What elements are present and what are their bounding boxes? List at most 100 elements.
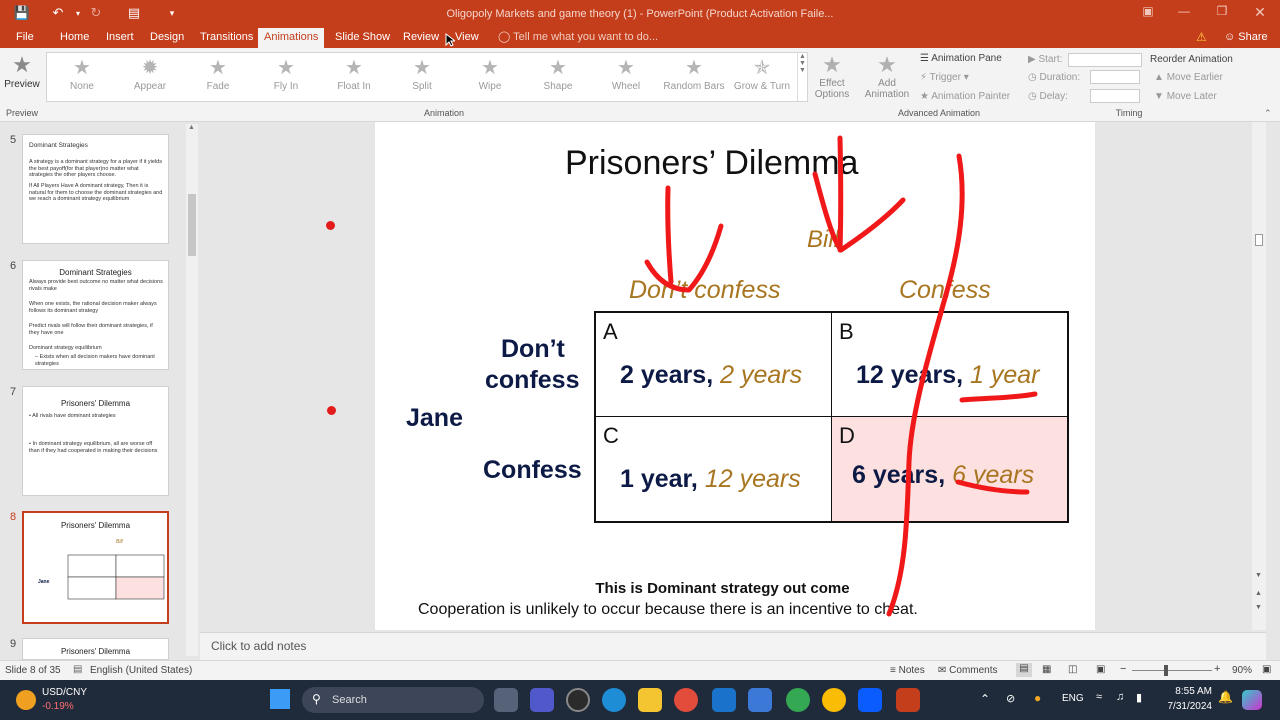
preview-button[interactable]: ★ Preview bbox=[4, 52, 40, 102]
editor-scrollbar[interactable]: ▼ ▲ ▼ bbox=[1252, 122, 1266, 630]
notes-toggle[interactable]: ≡ Notes bbox=[890, 665, 925, 676]
tab-insert[interactable]: Insert bbox=[100, 28, 140, 48]
teams-icon[interactable] bbox=[530, 688, 554, 712]
scroll-thumb[interactable] bbox=[1255, 234, 1263, 246]
slide-thumbnail-7[interactable]: Prisoners' Dilemma • All rivals have dom… bbox=[22, 386, 169, 496]
comments-toggle[interactable]: ✉ Comments bbox=[938, 665, 998, 676]
notification-icon[interactable]: 🔔 bbox=[1218, 690, 1233, 704]
add-animation-button[interactable]: ★ Add Animation bbox=[860, 52, 914, 106]
fit-slide-icon[interactable]: ▣ bbox=[1262, 664, 1271, 675]
tab-design[interactable]: Design bbox=[144, 28, 190, 48]
slideshow-view-icon[interactable]: ▣ bbox=[1096, 664, 1105, 675]
zoom-slider-thumb[interactable] bbox=[1164, 665, 1168, 676]
chevron-up-icon[interactable]: ⌃ bbox=[980, 692, 990, 706]
wifi-icon[interactable]: ≈ bbox=[1096, 691, 1102, 703]
powerpoint-icon[interactable] bbox=[896, 688, 920, 712]
move-earlier-button[interactable]: ▲ Move Earlier bbox=[1154, 72, 1223, 83]
start-label: ▶ Start: bbox=[1028, 54, 1063, 65]
outlook-icon[interactable] bbox=[712, 688, 736, 712]
normal-view-icon[interactable]: ▤ bbox=[1016, 663, 1032, 677]
chrome-icon[interactable] bbox=[674, 688, 698, 712]
previous-slide-icon[interactable]: ▲ bbox=[1255, 590, 1262, 597]
clock-date[interactable]: 7/31/2024 bbox=[1162, 701, 1213, 712]
battery-icon[interactable]: ▮ bbox=[1136, 691, 1142, 704]
gallery-scroll[interactable]: ▲ ▼ ▼ bbox=[797, 53, 807, 101]
tab-animations[interactable]: Animations bbox=[258, 28, 324, 48]
delay-input[interactable] bbox=[1090, 89, 1140, 103]
thumbnail-scrollbar[interactable]: ▲ bbox=[186, 124, 198, 656]
animation-pane-button[interactable]: ☰ Animation Pane bbox=[920, 53, 1002, 64]
zoom-level[interactable]: 90% bbox=[1232, 665, 1252, 676]
chrome-profile-2-icon[interactable] bbox=[822, 688, 846, 712]
slide-thumbnail-8[interactable]: Prisoners' Dilemma Bill Jane bbox=[22, 511, 169, 624]
tab-transitions[interactable]: Transitions bbox=[194, 28, 259, 48]
task-view-icon[interactable] bbox=[494, 688, 518, 712]
duration-input[interactable] bbox=[1090, 70, 1140, 84]
volume-icon[interactable]: ♫ bbox=[1116, 691, 1124, 703]
minimize-button[interactable]: — bbox=[1170, 4, 1198, 22]
close-button[interactable]: ✕ bbox=[1246, 4, 1274, 22]
chrome-profile-icon[interactable] bbox=[786, 688, 810, 712]
tell-me-search[interactable]: ◯ Tell me what you want to do... bbox=[492, 28, 664, 48]
anim-none[interactable]: ★ None bbox=[48, 55, 116, 101]
copilot-icon[interactable] bbox=[1242, 690, 1262, 710]
share-button[interactable]: ☺ Share bbox=[1218, 28, 1274, 48]
slide-canvas[interactable]: Prisoners’ Dilemma Bill Don’t confess Co… bbox=[375, 122, 1095, 630]
windows-start-icon[interactable] bbox=[270, 689, 290, 709]
tab-home[interactable]: Home bbox=[54, 28, 95, 48]
start-dropdown[interactable] bbox=[1068, 53, 1142, 67]
zoom-in-button[interactable]: + bbox=[1214, 663, 1220, 675]
anim-split[interactable]: ★ Split bbox=[388, 55, 456, 101]
anim-fade[interactable]: ★ Fade bbox=[184, 55, 252, 101]
effect-options-button[interactable]: ★ Effect Options bbox=[810, 52, 854, 106]
anim-wheel[interactable]: ★ Wheel bbox=[592, 55, 660, 101]
animation-painter-button[interactable]: ★ Animation Painter bbox=[920, 91, 1010, 102]
anim-appear[interactable]: ✹ Appear bbox=[116, 55, 184, 101]
tab-slide-show[interactable]: Slide Show bbox=[329, 28, 396, 48]
thumb-text: • In dominant strategy equilibrium, all … bbox=[29, 441, 158, 454]
zoom-out-button[interactable]: − bbox=[1120, 663, 1126, 675]
input-language[interactable]: ENG bbox=[1062, 693, 1084, 704]
anim-shape[interactable]: ★ Shape bbox=[524, 55, 592, 101]
spellcheck-icon[interactable]: ▤ bbox=[73, 664, 82, 675]
network-off-icon[interactable]: ⊘ bbox=[1006, 692, 1015, 705]
anim-random-bars[interactable]: ★ Random Bars bbox=[660, 55, 728, 101]
reading-view-icon[interactable]: ◫ bbox=[1068, 664, 1077, 675]
slide-thumbnail-6[interactable]: Dominant Strategies Always provide best … bbox=[22, 260, 169, 370]
tab-review[interactable]: Review bbox=[397, 28, 445, 48]
maximize-button[interactable]: ❐ bbox=[1208, 4, 1236, 22]
notes-pane[interactable]: Click to add notes bbox=[200, 632, 1266, 660]
slide-sorter-icon[interactable]: ▦ bbox=[1042, 664, 1051, 675]
language-status[interactable]: English (United States) bbox=[90, 665, 192, 676]
thumb-mini-table: Bill Jane bbox=[38, 539, 165, 600]
microphone-icon[interactable]: ● bbox=[1034, 691, 1041, 705]
zoom-app-icon[interactable] bbox=[858, 688, 882, 712]
anim-float-in[interactable]: ★ Float In bbox=[320, 55, 388, 101]
ribbon-display-icon[interactable]: ▣ bbox=[1134, 4, 1162, 22]
move-later-button[interactable]: ▼ Move Later bbox=[1154, 91, 1217, 102]
collapse-ribbon-icon[interactable]: ⌃ bbox=[1264, 108, 1272, 119]
next-slide-icon[interactable]: ▼ bbox=[1255, 604, 1262, 611]
anim-wipe[interactable]: ★ Wipe bbox=[456, 55, 524, 101]
ticker-symbol[interactable]: USD/CNY bbox=[42, 687, 87, 698]
person-icon: ☺ bbox=[1224, 31, 1236, 43]
slide-thumbnail-5[interactable]: Dominant Strategies A strategy is a domi… bbox=[22, 134, 169, 244]
media-player-icon[interactable] bbox=[566, 688, 590, 712]
trigger-button[interactable]: ⚡ Trigger ▾ bbox=[920, 72, 969, 83]
scroll-down-icon[interactable]: ▼ bbox=[1255, 572, 1262, 579]
slide-thumbnail-9[interactable]: Prisoners' Dilemma bbox=[22, 638, 169, 660]
file-explorer-icon[interactable] bbox=[638, 688, 662, 712]
scroll-thumb[interactable] bbox=[188, 194, 196, 256]
tab-file[interactable]: File bbox=[10, 28, 40, 48]
search-box[interactable]: ⚲ Search bbox=[302, 687, 484, 713]
anim-grow-turn[interactable]: ✯ Grow & Turn bbox=[728, 55, 796, 101]
thumb-text: If All Players Have A dominant strategy,… bbox=[29, 183, 163, 202]
clock-time[interactable]: 8:55 AM bbox=[1172, 686, 1212, 697]
zoom-slider[interactable] bbox=[1132, 670, 1212, 671]
edge-icon[interactable] bbox=[602, 688, 626, 712]
scroll-up-icon[interactable]: ▲ bbox=[188, 124, 195, 131]
anim-fly-in[interactable]: ★ Fly In bbox=[252, 55, 320, 101]
warning-icon[interactable]: ⚠ bbox=[1196, 30, 1207, 44]
app-icon[interactable] bbox=[748, 688, 772, 712]
stock-icon bbox=[16, 690, 36, 710]
